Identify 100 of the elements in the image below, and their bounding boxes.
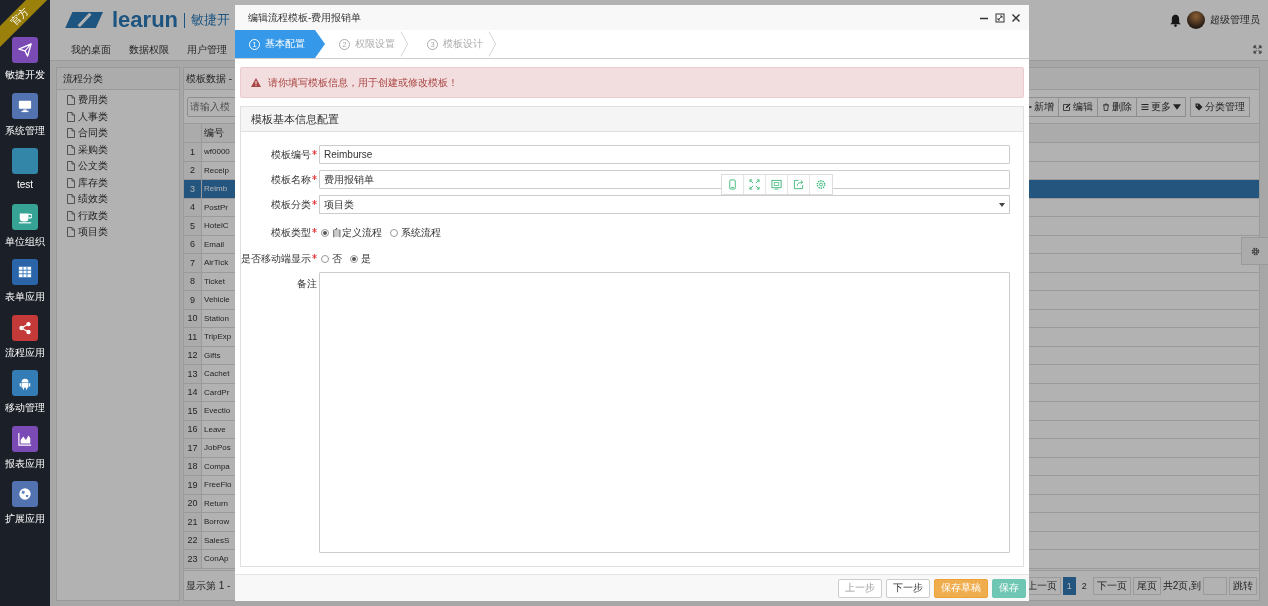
- row-number: 7: [184, 254, 202, 272]
- settings-tab[interactable]: [1241, 237, 1268, 265]
- input-field[interactable]: Reimburse: [319, 145, 1010, 164]
- warning-icon: [251, 78, 261, 87]
- tree-item[interactable]: 库存类: [67, 174, 179, 191]
- file-icon: [67, 161, 75, 172]
- list-icon: [1141, 102, 1149, 111]
- nav-tab[interactable]: 数据权限: [129, 43, 169, 57]
- file-icon: [67, 144, 75, 155]
- close-icon[interactable]: [1011, 12, 1021, 23]
- caret-icon: [1173, 102, 1181, 111]
- tree-item[interactable]: 费用类: [67, 92, 179, 109]
- nav-tab[interactable]: 我的桌面: [71, 43, 111, 57]
- field-label: 备注: [297, 277, 317, 291]
- sidebar-item[interactable]: 扩展应用: [0, 481, 50, 537]
- file-icon: [67, 227, 75, 238]
- table-cell-text: JobPos: [203, 442, 231, 455]
- tree-item[interactable]: 项目类: [67, 224, 179, 241]
- next-page-button[interactable]: 下一页: [1092, 576, 1131, 595]
- row-number: 17: [184, 439, 202, 457]
- row-number: 21: [184, 513, 202, 531]
- area-chart-icon: [18, 431, 32, 446]
- logo-text: learun: [112, 7, 179, 33]
- table-cell-text: Reimb: [203, 183, 229, 196]
- maximize-icon[interactable]: [995, 12, 1005, 23]
- sidebar-item[interactable]: 表单应用: [0, 259, 50, 315]
- table-icon: [18, 265, 32, 279]
- last-page-button[interactable]: 尾页: [1132, 576, 1161, 595]
- table-cell-text: Vehicle: [203, 294, 231, 307]
- nav-tab[interactable]: 用户管理: [187, 43, 227, 57]
- row-number: 5: [184, 217, 202, 235]
- field-label: 模板编号: [271, 147, 311, 162]
- file-icon: [67, 210, 75, 221]
- toolbar-button[interactable]: 更多: [1136, 96, 1186, 117]
- toolbar-button[interactable]: 编辑: [1058, 96, 1098, 117]
- page-button[interactable]: 1: [1062, 576, 1076, 595]
- table-cell-text: Borrow: [203, 516, 231, 529]
- dropdown-field[interactable]: 项目类: [319, 195, 1010, 214]
- user-name[interactable]: 超级管理员: [1210, 13, 1260, 27]
- panel-title: 流程分类: [57, 68, 179, 90]
- file-icon: [67, 128, 75, 139]
- row-number: 15: [184, 402, 202, 420]
- bell-icon[interactable]: [1169, 13, 1182, 27]
- sidebar-item[interactable]: 单位组织: [0, 203, 50, 259]
- page-total: 共2页,到: [1162, 578, 1201, 593]
- file-icon: [67, 177, 75, 188]
- column-header: 编号: [203, 126, 225, 140]
- table-cell-text: CardPr: [203, 386, 231, 399]
- footer-button[interactable]: 下一步: [886, 578, 930, 598]
- record-info: 显示第 1 -: [186, 578, 231, 593]
- tree-item[interactable]: 采购类: [67, 141, 179, 158]
- file-icon: [67, 95, 75, 106]
- radio-option[interactable]: 自定义流程: [321, 226, 382, 240]
- radio-option[interactable]: 是: [350, 252, 371, 266]
- field-label: 模板类型: [271, 226, 311, 240]
- table-cell-text: FreeFlo: [203, 479, 231, 492]
- table-cell-text: Cachet: [203, 368, 231, 381]
- page-input[interactable]: [1203, 576, 1227, 595]
- row-number: 9: [184, 291, 202, 309]
- android-icon: [18, 376, 32, 390]
- field-label: 是否移动端显示: [241, 252, 311, 266]
- table-cell-text: Gifts: [203, 349, 222, 362]
- page-button[interactable]: 2: [1077, 576, 1091, 595]
- toolbar-button[interactable]: 分类管理: [1190, 96, 1250, 117]
- radio-option[interactable]: 系统流程: [390, 226, 441, 240]
- sidebar-item[interactable]: 流程应用: [0, 314, 50, 370]
- sidebar-item[interactable]: 报表应用: [0, 425, 50, 481]
- tree-item[interactable]: 绩效类: [67, 191, 179, 208]
- alert-text: 请你填写模板信息，用于创建或修改模板！: [268, 75, 458, 90]
- avatar[interactable]: [1187, 11, 1205, 29]
- radio-option[interactable]: 否: [321, 252, 342, 266]
- table-cell-text: Leave: [203, 423, 227, 436]
- row-number: 23: [184, 550, 202, 568]
- trash-icon: [1102, 102, 1110, 111]
- tree-item[interactable]: 行政类: [67, 207, 179, 224]
- sidebar-item[interactable]: 系统管理: [0, 92, 50, 148]
- field-label: 模板分类: [271, 197, 311, 212]
- toolbar-button[interactable]: 删除: [1097, 96, 1137, 117]
- table-cell-text: Return: [203, 497, 229, 510]
- file-icon: [67, 111, 75, 122]
- caret-icon: [999, 202, 1005, 207]
- table-cell-text: PostPr: [203, 201, 229, 214]
- sidebar-item[interactable]: 移动管理: [0, 370, 50, 426]
- table-cell-text: Evectio: [203, 405, 231, 418]
- monitor-icon: [18, 98, 32, 113]
- row-number: 13: [184, 365, 202, 383]
- globe-icon: [18, 487, 32, 501]
- table-cell-text: Email: [203, 238, 225, 251]
- go-button[interactable]: 跳转: [1229, 576, 1257, 595]
- file-icon: [67, 194, 75, 205]
- tree-item[interactable]: 人事类: [67, 108, 179, 125]
- expand-icon[interactable]: [1253, 45, 1262, 54]
- field-label: 模板名称: [271, 172, 311, 187]
- sidebar-item[interactable]: test: [0, 148, 50, 204]
- table-cell-text: Ticket: [203, 275, 227, 288]
- table-cell-text: Compa: [203, 460, 231, 473]
- tree-item[interactable]: 公文类: [67, 158, 179, 175]
- plane-icon: [18, 43, 32, 57]
- table-cell-text: Receip: [203, 164, 230, 177]
- tree-item[interactable]: 合同类: [67, 125, 179, 142]
